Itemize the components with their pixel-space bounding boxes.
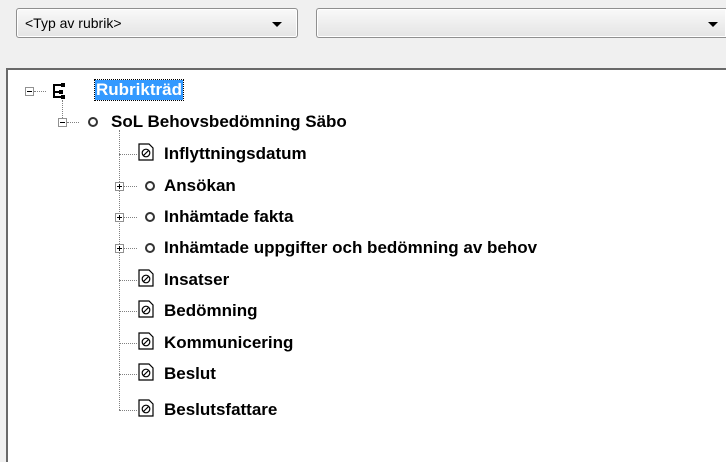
- tree-node-label[interactable]: Beslutsfattare: [164, 400, 277, 420]
- document-icon: [138, 363, 154, 381]
- tree-node-section[interactable]: Beslut: [136, 361, 336, 389]
- tree-node-label[interactable]: Kommunicering: [164, 333, 293, 353]
- tree-node-label[interactable]: Rubrikträd: [94, 79, 184, 101]
- tree-node-label[interactable]: Inhämtade fakta: [164, 207, 293, 227]
- chevron-down-icon[interactable]: [708, 22, 718, 27]
- bullet-icon: [145, 181, 155, 191]
- toolbar: <Typ av rubrik>: [0, 0, 726, 62]
- heading-select-dropdown[interactable]: [316, 8, 726, 38]
- bullet-icon: [145, 243, 155, 253]
- tree-node-label[interactable]: Bedömning: [164, 301, 258, 321]
- tree-node-root[interactable]: Rubrikträd: [22, 78, 242, 106]
- chevron-down-icon[interactable]: [272, 22, 282, 27]
- tree-node-section[interactable]: Kommunicering: [136, 330, 356, 358]
- document-icon: [138, 332, 154, 350]
- expand-icon[interactable]: [115, 182, 124, 191]
- heading-tree[interactable]: Rubrikträd SoL Behovsbedömning Säbo Infl…: [6, 68, 726, 462]
- expand-icon[interactable]: [115, 244, 124, 253]
- tree-node-label[interactable]: Inflyttningsdatum: [164, 144, 307, 164]
- expand-icon[interactable]: [115, 213, 124, 222]
- document-icon: [138, 399, 154, 417]
- tree-node-section[interactable]: Beslutsfattare: [136, 397, 356, 425]
- tree-node-label[interactable]: Beslut: [164, 364, 216, 384]
- tree-connector: [119, 154, 137, 155]
- tree-node-label[interactable]: SoL Behovsbedömning Säbo: [111, 112, 347, 132]
- tree-connector: [119, 343, 137, 344]
- document-icon: [138, 269, 154, 287]
- heading-type-dropdown[interactable]: <Typ av rubrik>: [16, 8, 298, 38]
- tree-connector: [119, 280, 137, 281]
- tree-node-section[interactable]: Inhämtade fakta: [108, 204, 368, 232]
- tree-node-section[interactable]: Insatser: [136, 267, 336, 295]
- bullet-icon: [88, 117, 98, 127]
- tree-node-template[interactable]: SoL Behovsbedömning Säbo: [48, 109, 468, 137]
- tree-connector: [119, 410, 137, 411]
- heading-type-dropdown-value: <Typ av rubrik>: [25, 15, 122, 31]
- tree-connector: [119, 374, 137, 375]
- tree-structure-icon: [53, 83, 65, 99]
- document-icon: [138, 300, 154, 318]
- document-icon: [138, 143, 154, 161]
- collapse-icon[interactable]: [25, 87, 34, 96]
- tree-node-label[interactable]: Insatser: [164, 270, 229, 290]
- tree-node-label[interactable]: Inhämtade uppgifter och bedömning av beh…: [164, 238, 537, 258]
- bullet-icon: [145, 212, 155, 222]
- tree-node-section[interactable]: Ansökan: [108, 173, 308, 201]
- tree-connector: [119, 130, 120, 410]
- tree-node-section[interactable]: Bedömning: [136, 298, 336, 326]
- tree-node-section[interactable]: Inflyttningsdatum: [136, 141, 396, 169]
- tree-connector: [119, 311, 137, 312]
- collapse-icon[interactable]: [58, 118, 67, 127]
- tree-node-section[interactable]: Inhämtade uppgifter och bedömning av beh…: [108, 235, 708, 263]
- tree-node-label[interactable]: Ansökan: [164, 176, 236, 196]
